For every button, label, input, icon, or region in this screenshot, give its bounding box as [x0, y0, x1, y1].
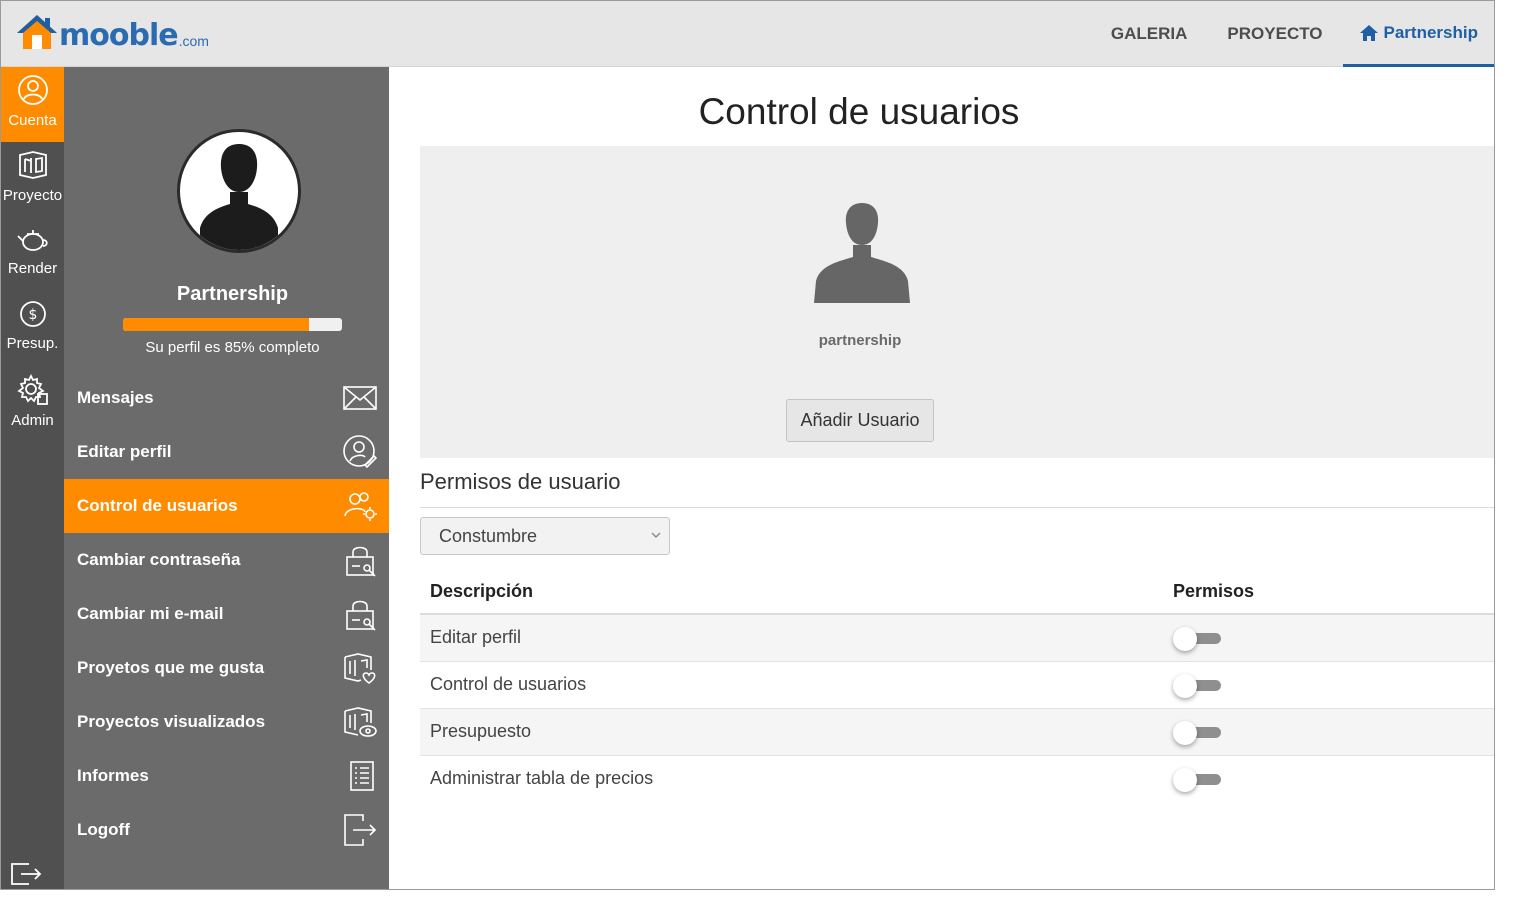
permission-toggle[interactable]: [1173, 767, 1223, 792]
profile-progress-fill: [123, 318, 310, 331]
lock-key-icon: [346, 600, 376, 631]
sidebar-item-cambiar-contrasena[interactable]: Cambiar contraseña: [64, 533, 389, 587]
project-icon: [18, 151, 47, 179]
account-icon: [17, 75, 48, 105]
row-permission-cell: [1163, 661, 1494, 709]
column-header-permissions: Permisos: [1163, 569, 1494, 615]
top-header: mooble .com GALERIA PROYECTO Partnership: [1, 1, 1494, 67]
nav-proyecto-label: PROYECTO: [1227, 24, 1323, 43]
account-sidebar: Partnership Su perfil es 85% completo Me…: [64, 67, 389, 889]
person-silhouette-icon: [200, 144, 278, 250]
rail-item-admin[interactable]: Admin: [1, 367, 64, 442]
sidebar-item-proyetos-gusta[interactable]: Proyetos que me gusta: [64, 641, 389, 695]
user-label: partnership: [818, 332, 902, 349]
table-header-row: Descripción Permisos: [420, 569, 1494, 615]
user-silhouette-icon[interactable]: [812, 201, 912, 307]
profile-progress-text: Su perfil es 85% completo: [145, 339, 320, 356]
top-nav: GALERIA PROYECTO Partnership: [1091, 1, 1494, 67]
admin-gear-icon: [16, 374, 48, 405]
profile-name: Partnership: [176, 283, 289, 305]
rail-item-proyecto[interactable]: Proyecto: [1, 142, 64, 217]
sidebar-menu: Mensajes Editar perfil Control de usuari…: [64, 371, 389, 857]
sidebar-item-informes[interactable]: Informes: [64, 749, 389, 803]
table-row: Presupuesto: [420, 708, 1494, 756]
nav-proyecto[interactable]: PROYECTO: [1207, 1, 1342, 67]
icon-rail: Cuenta Proyecto Render $ Presup. Admin: [1, 67, 64, 889]
role-select[interactable]: Constumbre: [420, 517, 670, 555]
brand-tld: .com: [178, 33, 209, 49]
project-view-icon: [344, 707, 377, 737]
row-permission-cell: [1163, 708, 1494, 756]
sidebar-item-label: Mensajes: [77, 388, 154, 407]
rail-label-admin: Admin: [11, 412, 54, 429]
main-content: Control de usuarios partnership Añadir U…: [389, 67, 1494, 889]
row-description: Administrar tabla de precios: [430, 768, 654, 789]
user-control-icon: [344, 492, 377, 521]
rail-item-cuenta[interactable]: Cuenta: [1, 67, 64, 142]
row-description: Editar perfil: [420, 614, 1163, 662]
row-permission-cell: [1163, 755, 1494, 802]
mooble-logo[interactable]: mooble .com: [15, 11, 209, 51]
sidebar-item-proyectos-visualizados[interactable]: Proyectos visualizados: [64, 695, 389, 749]
home-icon: [1359, 24, 1378, 41]
rail-label-render: Render: [7, 260, 58, 277]
row-permission-cell: [1163, 614, 1494, 662]
report-icon: [350, 761, 374, 791]
rail-label-cuenta: Cuenta: [8, 112, 57, 129]
sidebar-item-label: Cambiar contraseña: [77, 550, 241, 569]
permission-toggle[interactable]: [1173, 626, 1223, 651]
add-user-button[interactable]: Añadir Usuario: [786, 399, 934, 442]
sidebar-item-label: Logoff: [77, 820, 130, 839]
table-row: Administrar tabla de precios: [420, 755, 1494, 802]
edit-profile-icon: [343, 435, 377, 469]
permissions-heading: Permisos de usuario: [420, 469, 621, 494]
permission-toggle[interactable]: [1173, 720, 1223, 745]
column-header-description: Descripción: [420, 569, 1163, 615]
logoff-icon: [344, 814, 377, 846]
teapot-icon: [16, 230, 48, 251]
permission-toggle[interactable]: [1173, 673, 1223, 698]
house-logo-icon: [17, 15, 57, 49]
user-panel: partnership Añadir Usuario: [420, 146, 1494, 458]
nav-galeria-label: GALERIA: [1110, 24, 1188, 43]
sidebar-item-logoff[interactable]: Logoff: [64, 803, 389, 857]
avatar[interactable]: [177, 129, 301, 253]
sidebar-item-label: Proyectos visualizados: [77, 712, 266, 731]
nav-galeria[interactable]: GALERIA: [1091, 1, 1208, 67]
sidebar-item-editar-perfil[interactable]: Editar perfil: [64, 425, 389, 479]
profile-progress-bar: [123, 318, 342, 331]
row-description: Presupuesto: [420, 708, 1163, 756]
table-row: Editar perfil: [420, 614, 1494, 662]
sidebar-item-control-usuarios[interactable]: Control de usuarios: [64, 479, 389, 533]
brand-name: mooble: [59, 18, 179, 53]
sidebar-item-label: Informes: [77, 766, 149, 785]
table-row: Control de usuarios: [420, 661, 1494, 709]
rail-item-presup[interactable]: $ Presup.: [1, 292, 64, 367]
svg-text:$: $: [28, 307, 37, 323]
role-select-value: Constumbre: [439, 525, 538, 546]
permissions-table: Descripción Permisos Editar perfil Contr…: [420, 569, 1494, 802]
rail-item-render[interactable]: Render: [1, 217, 64, 292]
dollar-icon: $: [19, 301, 46, 327]
rail-exit[interactable]: [9, 860, 43, 889]
rail-label-proyecto: Proyecto: [2, 187, 63, 204]
chevron-down-icon: [651, 532, 661, 538]
sidebar-item-label: Control de usuarios: [77, 496, 238, 515]
sidebar-item-label: Proyetos que me gusta: [77, 658, 265, 677]
sidebar-item-cambiar-email[interactable]: Cambiar mi e-mail: [64, 587, 389, 641]
page-title: Control de usuarios: [698, 91, 1020, 132]
rail-label-presup: Presup.: [6, 335, 59, 352]
project-like-icon: [344, 653, 376, 684]
nav-partnership[interactable]: Partnership: [1342, 1, 1494, 67]
permissions-divider: [420, 507, 1494, 508]
sidebar-item-label: Cambiar mi e-mail: [77, 604, 224, 623]
sidebar-item-label: Editar perfil: [77, 442, 172, 461]
nav-partnership-label: Partnership: [1383, 22, 1478, 42]
exit-icon: [11, 863, 42, 885]
sidebar-item-mensajes[interactable]: Mensajes: [64, 371, 389, 425]
lock-key-icon: [346, 546, 376, 577]
row-description: Control de usuarios: [420, 661, 1163, 709]
envelope-icon: [343, 386, 377, 410]
